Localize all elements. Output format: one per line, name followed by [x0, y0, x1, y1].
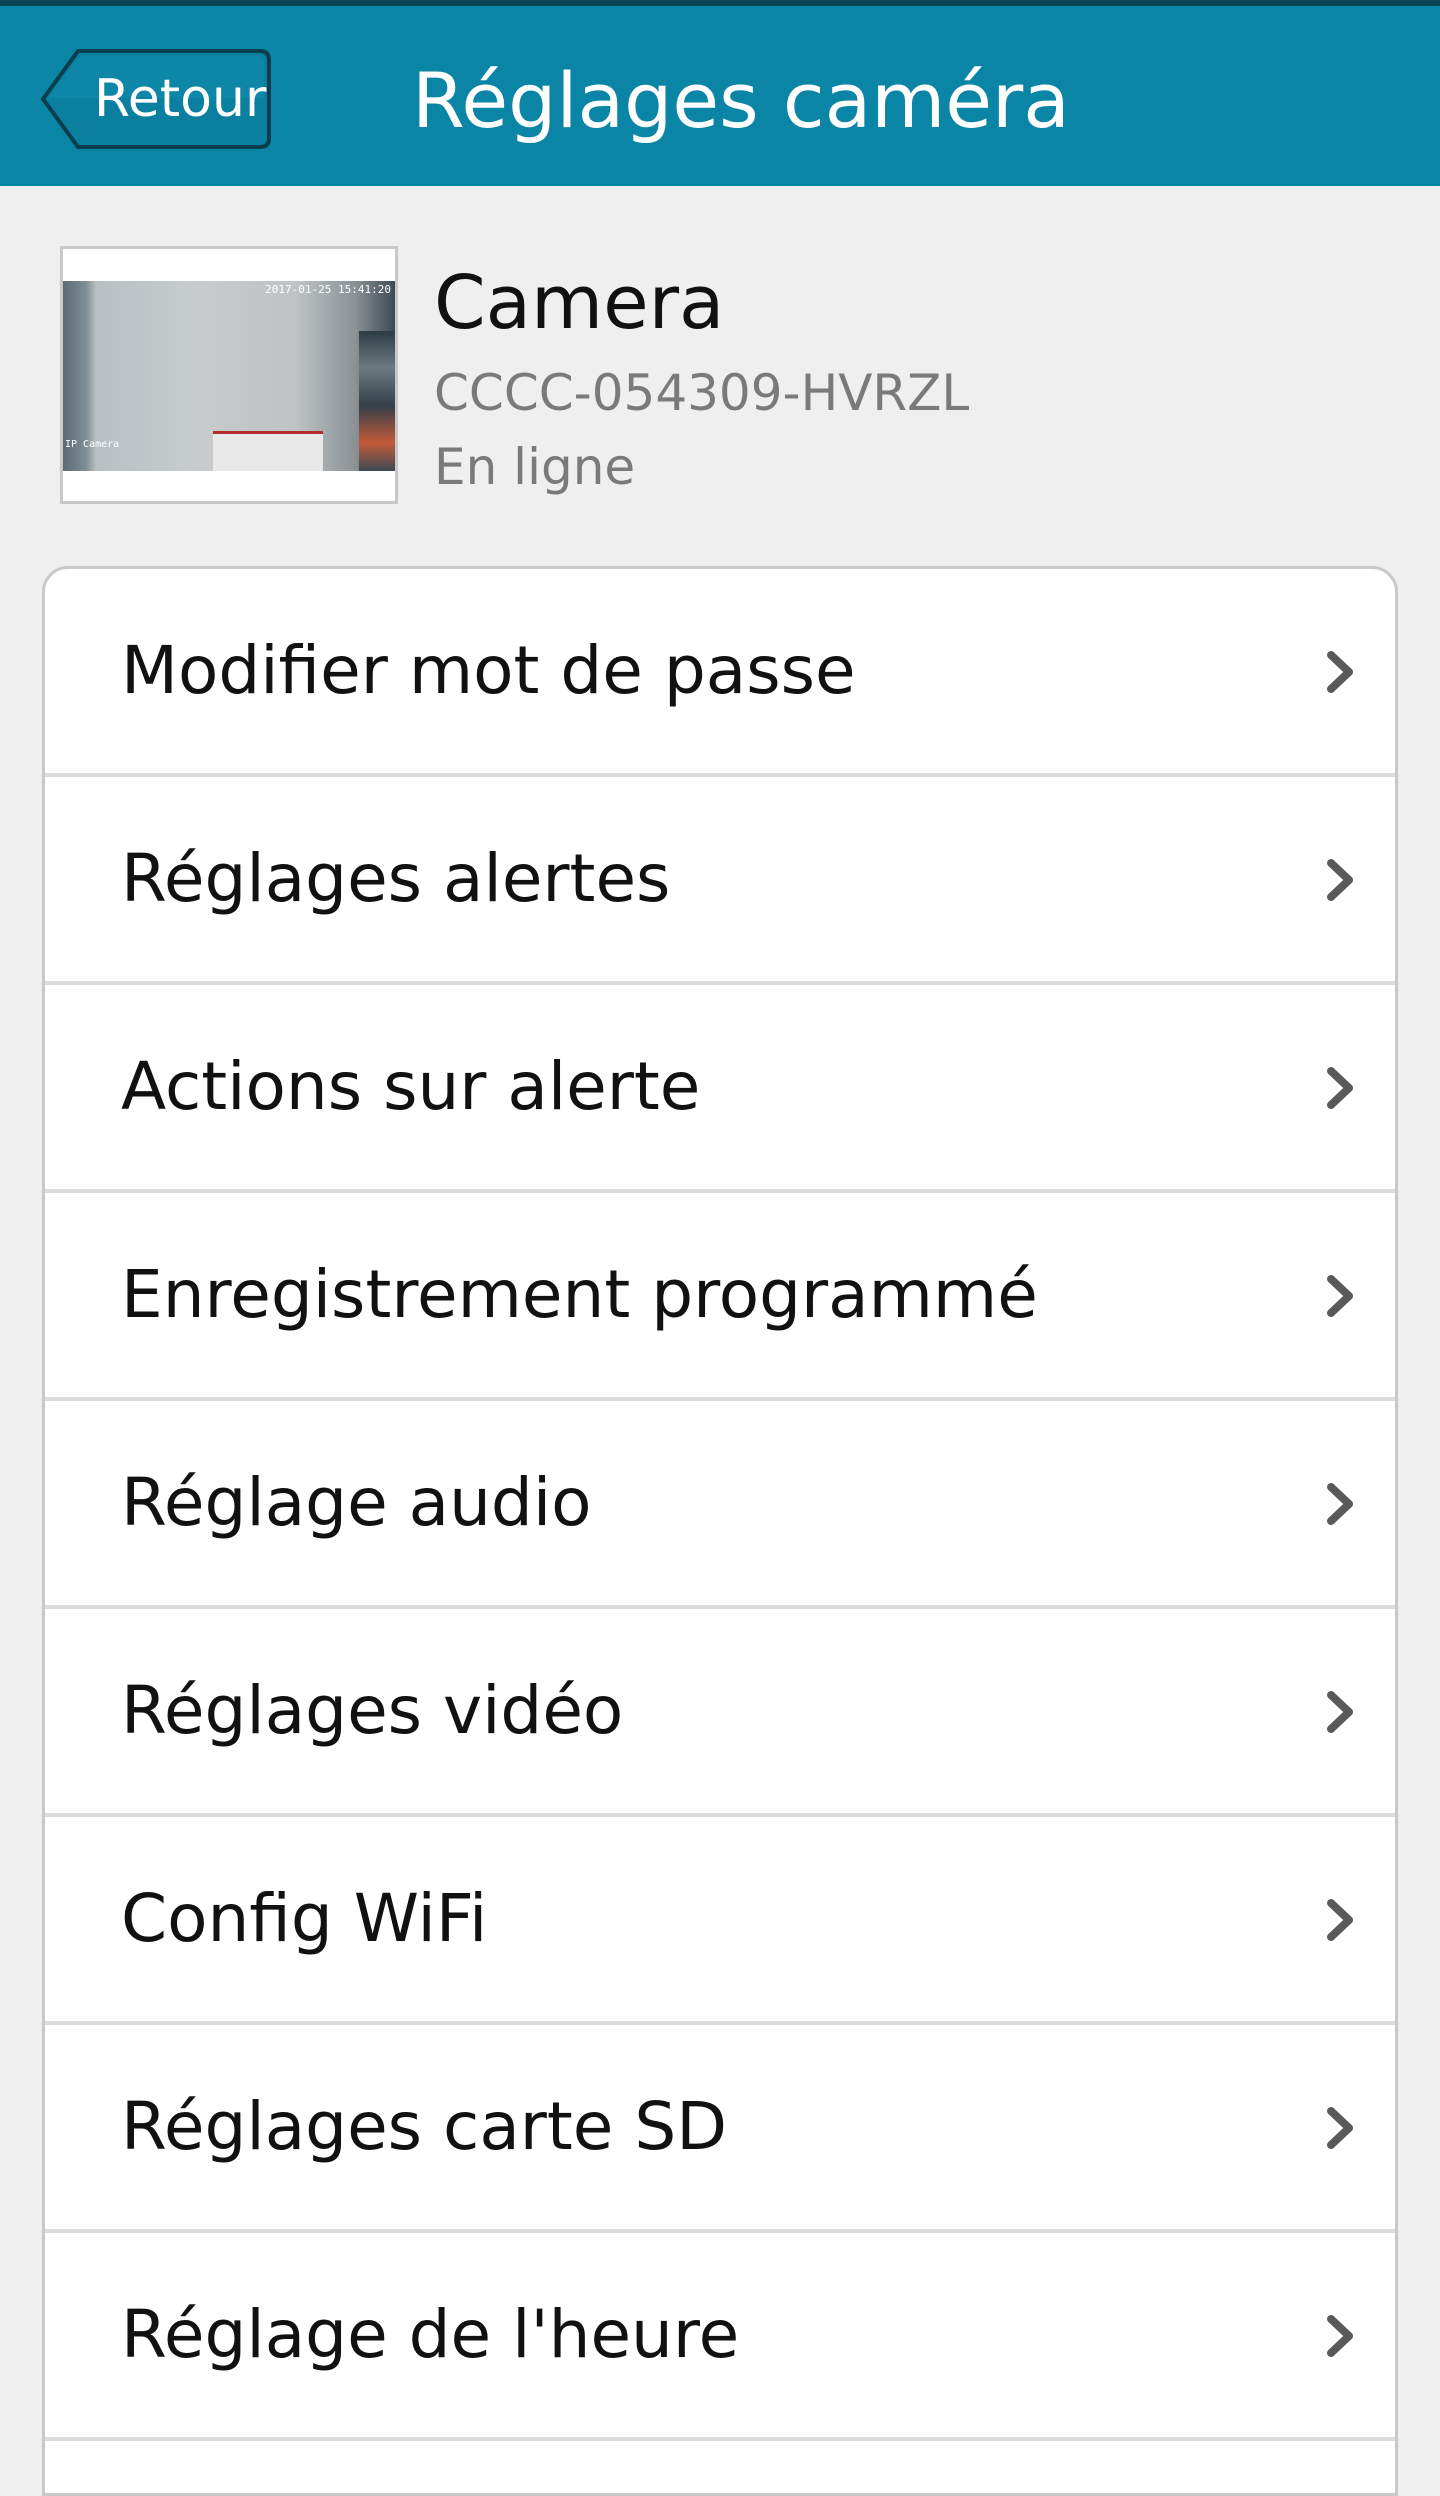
menu-item-sd-card-settings[interactable]: Réglages carte SD — [45, 2025, 1395, 2233]
camera-status: En ligne — [434, 438, 636, 496]
chevron-right-icon — [1327, 2107, 1353, 2149]
settings-menu: Modifier mot de passe Réglages alertes A… — [42, 566, 1398, 2496]
back-button-label: Retour — [94, 69, 267, 129]
menu-item-label: Enregistrement programmé — [121, 1256, 1038, 1333]
chevron-right-icon — [1327, 1275, 1353, 1317]
camera-snapshot-image: 2017-01-25 15:41:20 IP Camera — [63, 281, 395, 471]
menu-item-label: Réglages alertes — [121, 840, 671, 917]
menu-item-label: Actions sur alerte — [121, 1048, 701, 1125]
snapshot-timestamp: 2017-01-25 15:41:20 — [265, 283, 391, 296]
chevron-right-icon — [1327, 1691, 1353, 1733]
chevron-right-icon — [1327, 2315, 1353, 2357]
snapshot-shelf-decor — [359, 331, 395, 471]
camera-thumbnail[interactable]: 2017-01-25 15:41:20 IP Camera — [60, 246, 398, 504]
chevron-right-icon — [1327, 1483, 1353, 1525]
menu-item-label: Config WiFi — [121, 1880, 488, 1957]
menu-item-label: Réglages carte SD — [121, 2088, 728, 2165]
menu-item-label: Réglages vidéo — [121, 1672, 624, 1749]
menu-item-alert-actions[interactable]: Actions sur alerte — [45, 985, 1395, 1193]
menu-item-label: Réglage de l'heure — [121, 2296, 740, 2373]
menu-item-scheduled-recording[interactable]: Enregistrement programmé — [45, 1193, 1395, 1401]
menu-item-change-password[interactable]: Modifier mot de passe — [45, 569, 1395, 777]
menu-item-audio-settings[interactable]: Réglage audio — [45, 1401, 1395, 1609]
menu-item-label: Réglage audio — [121, 1464, 592, 1541]
menu-item-label: Modifier mot de passe — [121, 632, 856, 709]
chevron-right-icon — [1327, 1067, 1353, 1109]
menu-item-wifi-config[interactable]: Config WiFi — [45, 1817, 1395, 2025]
snapshot-poster-decor — [213, 431, 323, 471]
page-title: Réglages caméra — [412, 56, 1070, 145]
menu-item-alert-settings[interactable]: Réglages alertes — [45, 777, 1395, 985]
top-app-bar: Retour Réglages caméra — [0, 0, 1440, 186]
camera-info-card: 2017-01-25 15:41:20 IP Camera Camera CCC… — [60, 246, 1360, 506]
chevron-right-icon — [1327, 1899, 1353, 1941]
menu-item-time-settings[interactable]: Réglage de l'heure — [45, 2233, 1395, 2441]
back-button[interactable]: Retour — [40, 48, 272, 150]
chevron-right-icon — [1327, 859, 1353, 901]
snapshot-watermark: IP Camera — [65, 439, 120, 450]
menu-item-video-settings[interactable]: Réglages vidéo — [45, 1609, 1395, 1817]
camera-name: Camera — [434, 260, 725, 346]
chevron-right-icon — [1327, 651, 1353, 693]
camera-uid: CCCC-054309-HVRZL — [434, 364, 970, 422]
